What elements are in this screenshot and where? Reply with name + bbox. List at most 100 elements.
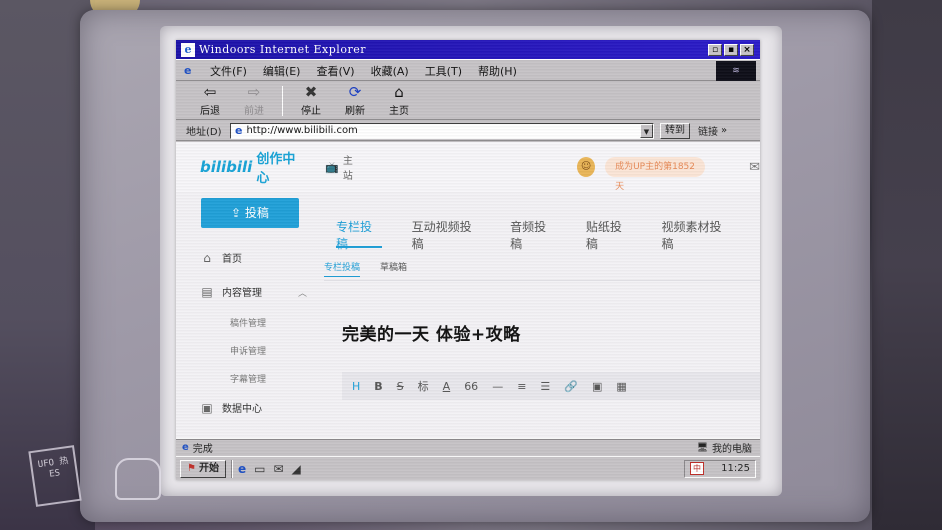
start-label: 开始: [198, 462, 219, 474]
stop-button[interactable]: ✖ 停止: [289, 83, 333, 119]
upload-cloud-icon: ⇪: [231, 206, 245, 220]
link-tool-icon[interactable]: 🔗: [564, 380, 578, 393]
links-more-icon[interactable]: »: [721, 125, 727, 136]
tab-sticker[interactable]: 贴纸投稿: [586, 218, 632, 251]
menu-file[interactable]: 文件(F): [202, 63, 255, 79]
back-label: 后退: [200, 106, 220, 117]
quicklaunch-folder-icon[interactable]: ▭: [254, 462, 265, 476]
quote-tool-icon[interactable]: 66: [464, 380, 478, 393]
heading-tool-icon[interactable]: H: [352, 380, 360, 393]
home-icon: ⌂: [394, 83, 404, 101]
window-controls: ▫ ▪ ×: [708, 43, 754, 56]
ie-throbber-logo: ≋: [716, 60, 756, 81]
window-titlebar: e Windoors Internet Explorer ▫ ▪ ×: [176, 40, 760, 60]
minimize-button[interactable]: ▫: [708, 43, 722, 56]
clock: 11:25: [721, 463, 750, 474]
mark-tool-icon[interactable]: 标: [418, 378, 429, 394]
back-button[interactable]: ⇦ 后退: [188, 83, 232, 119]
bilibili-logo[interactable]: bilibili: [200, 158, 252, 176]
toolbar-separator: [282, 86, 283, 116]
sidebar-item-content[interactable]: ▤ 内容管理: [200, 284, 262, 300]
sidebar-item-home[interactable]: ⌂ 首页: [200, 250, 242, 266]
subtab-column[interactable]: 专栏投稿: [324, 260, 361, 277]
taskbar-separator: [230, 459, 233, 478]
refresh-label: 刷新: [345, 106, 365, 117]
mail-icon[interactable]: ✉: [749, 160, 760, 175]
tab-column[interactable]: 专栏投稿: [336, 218, 382, 251]
tab-audio[interactable]: 音频投稿: [510, 218, 556, 251]
close-button[interactable]: ×: [740, 43, 754, 56]
web-page: bilibili 创作中心 📺 主站 ☺ 成为UP主的第1852天 ✉ ⇪ 投稿…: [176, 142, 760, 438]
zone-indicator: 🖥 我的电脑: [697, 440, 752, 456]
divider-tool-icon[interactable]: —: [492, 380, 503, 393]
font-color-tool-icon[interactable]: A: [443, 380, 451, 393]
quicklaunch-ie-icon[interactable]: e: [238, 462, 246, 476]
main-site-link[interactable]: 📺 主站: [325, 152, 359, 182]
up-days-badge: 成为UP主的第1852天: [605, 157, 706, 192]
tab-interactive-video[interactable]: 互动视频投稿: [412, 218, 481, 251]
system-tray: 中 11:25: [684, 459, 756, 478]
maximize-button[interactable]: ▪: [724, 43, 738, 56]
avatar[interactable]: ☺: [577, 157, 596, 177]
menu-help[interactable]: 帮助(H): [470, 63, 525, 79]
forward-label: 前进: [244, 106, 264, 117]
sidebar-sub-appeals[interactable]: 申诉管理: [230, 344, 266, 357]
editor-toolbar: H B S 标 A 66 — ≡ ☰ 🔗 ▣ ▦: [342, 372, 760, 400]
chevron-up-icon[interactable]: ︿: [298, 286, 307, 299]
home-label: 主页: [389, 106, 409, 117]
stamp-decoration: UFO 热 ES: [28, 445, 82, 507]
status-bar: e 完成 🖥 我的电脑: [176, 439, 760, 455]
refresh-button[interactable]: ⟳ 刷新: [333, 83, 377, 119]
zone-label: 我的电脑: [712, 444, 752, 455]
divider: [324, 280, 760, 281]
bold-tool-icon[interactable]: B: [374, 380, 382, 393]
taskbar: ⚑ 开始 e ▭ ✉ ◢ 中 11:25: [176, 456, 760, 480]
tab-video-material[interactable]: 视频素材投稿: [662, 218, 731, 251]
menu-view[interactable]: 查看(V): [308, 63, 362, 79]
ie-app-icon: e: [181, 42, 195, 57]
image-tool-icon[interactable]: ▣: [592, 380, 602, 393]
ime-indicator[interactable]: 中: [690, 462, 704, 475]
upload-button[interactable]: ⇪ 投稿: [201, 198, 299, 228]
page-ie-icon: e: [235, 124, 243, 137]
windows-flag-icon: ⚑: [187, 462, 196, 474]
chart-box-icon: ▣: [201, 400, 213, 415]
home-outline-icon: ⌂: [203, 250, 211, 265]
sub-tabs: 专栏投稿 草稿箱: [324, 260, 407, 277]
address-dropdown-icon[interactable]: ▼: [640, 123, 653, 138]
strikethrough-tool-icon[interactable]: S: [397, 380, 404, 393]
menubar: e 文件(F) 编辑(E) 查看(V) 收藏(A) 工具(T) 帮助(H) ≋: [176, 60, 760, 81]
align-tool-icon[interactable]: ≡: [517, 380, 526, 393]
sidebar-item-data[interactable]: ▣ 数据中心: [200, 400, 262, 416]
links-button[interactable]: 链接: [698, 123, 718, 138]
subtab-drafts[interactable]: 草稿箱: [380, 260, 407, 277]
menu-favorites[interactable]: 收藏(A): [363, 63, 417, 79]
forward-button[interactable]: ⇨ 前进: [232, 83, 276, 119]
address-input[interactable]: e http://www.bilibili.com ▼: [230, 122, 654, 139]
status-ie-icon: e: [182, 442, 189, 453]
sidebar-content-label: 内容管理: [222, 288, 262, 299]
menu-edit[interactable]: 编辑(E): [255, 63, 309, 79]
stop-label: 停止: [301, 106, 321, 117]
sidebar-sub-manuscripts[interactable]: 稿件管理: [230, 316, 266, 329]
backpack-doodle-icon: [115, 458, 161, 500]
article-title-input[interactable]: 完美的一天 体验+攻略: [342, 320, 521, 345]
list-tool-icon[interactable]: ☰: [540, 380, 550, 393]
home-button[interactable]: ⌂ 主页: [377, 83, 421, 119]
quicklaunch-mail-icon[interactable]: ✉: [273, 462, 283, 476]
main-site-label: 主站: [342, 156, 353, 182]
menu-tools[interactable]: 工具(T): [417, 63, 470, 79]
start-button[interactable]: ⚑ 开始: [180, 459, 226, 478]
forward-arrow-icon: ⇨: [247, 83, 261, 101]
sidebar-sub-subtitles[interactable]: 字幕管理: [230, 372, 266, 385]
sidebar-home-label: 首页: [222, 254, 242, 265]
creator-center-title: 创作中心: [256, 152, 296, 186]
go-button[interactable]: 转到: [660, 122, 690, 139]
quicklaunch-media-icon[interactable]: ◢: [292, 462, 301, 476]
document-icon: ▤: [201, 284, 213, 299]
sidebar-data-label: 数据中心: [222, 404, 262, 415]
card-tool-icon[interactable]: ▦: [616, 380, 626, 393]
toolbar: ⇦ 后退 ⇨ 前进 ✖ 停止 ⟳ 刷新 ⌂ 主页: [176, 82, 760, 120]
address-url[interactable]: http://www.bilibili.com: [246, 125, 640, 136]
upload-label: 投稿: [244, 206, 269, 220]
